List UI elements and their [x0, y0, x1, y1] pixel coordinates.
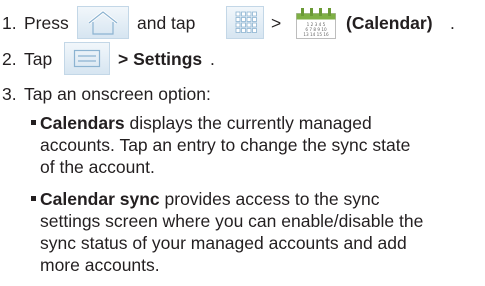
step-end-period: . [450, 13, 455, 33]
step-number: 3. [2, 84, 17, 104]
step-number: 2. [2, 49, 17, 69]
home-icon [77, 6, 129, 39]
step-number: 1. [2, 13, 17, 33]
step-text: Tap an onscreen option: [24, 84, 211, 104]
option-text-line: accounts. Tap an entry to change the syn… [40, 135, 411, 155]
calendar-app-icon: 1 2 3 4 5 6 7 8 9 10 13 14 15 16 [296, 7, 336, 39]
option-text-line: settings screen where you can enable/dis… [40, 211, 424, 231]
option-description: Calendars displays the currently managed [40, 112, 372, 134]
settings-label: > Settings [118, 49, 203, 69]
option-text-line: provides access to the sync [159, 189, 380, 209]
calendar-icon-dates-row: 13 14 15 16 [303, 32, 329, 37]
option-text-line: displays the currently managed [124, 113, 372, 133]
bullet [31, 196, 36, 201]
calendar-label: (Calendar) [346, 13, 433, 33]
step-2: 2. Tap > Settings . [0, 42, 485, 76]
option-name: Calendar sync [40, 189, 160, 209]
option-text-line: sync status of your managed accounts and… [40, 233, 407, 253]
apps-grid-icon [226, 6, 264, 39]
option-description: Calendar sync provides access to the syn… [40, 188, 379, 210]
step-end-period: . [210, 49, 215, 69]
menu-icon [64, 42, 110, 75]
option-name: Calendars [40, 113, 125, 133]
option-text-line: more accounts. [40, 255, 160, 275]
step-text-tap: Tap [24, 49, 53, 69]
step-text-and-tap: and tap [137, 13, 196, 33]
step-text-press: Press [24, 13, 69, 33]
step-3: 3. Tap an onscreen option: [0, 78, 485, 104]
step-text-gt: > [271, 13, 282, 33]
option-calendars: Calendars displays the currently managed… [0, 110, 485, 180]
bullet [31, 120, 36, 125]
option-calendar-sync: Calendar sync provides access to the syn… [0, 186, 485, 282]
option-text-line: of the account. [40, 157, 155, 177]
step-1: 1. Press and tap > 1 2 3 4 5 6 7 8 9 10 … [0, 6, 485, 40]
